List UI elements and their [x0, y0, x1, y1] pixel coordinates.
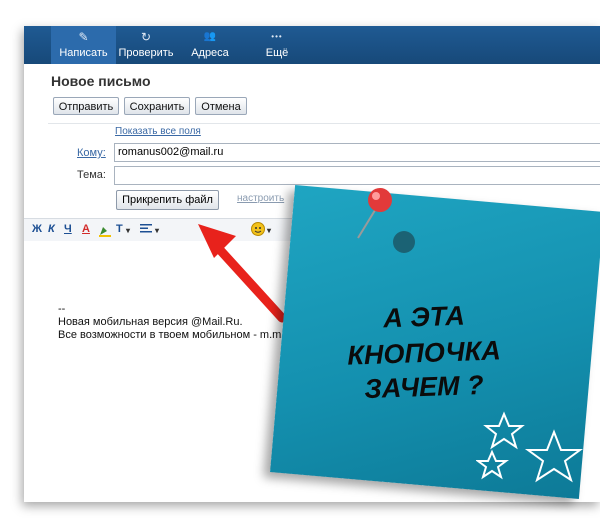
note-line-1: А ЭТА: [382, 300, 466, 334]
sticky-note: А ЭТА КНОПОЧКА ЗАЧЕМ ?: [258, 182, 600, 512]
stars-icon: [476, 411, 584, 483]
push-pin-icon: [357, 188, 415, 253]
